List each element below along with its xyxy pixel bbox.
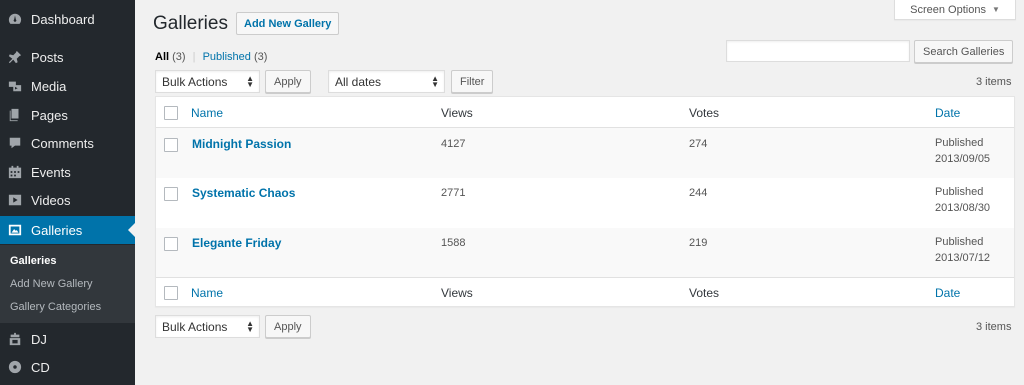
row-checkbox[interactable] [164,187,178,201]
date-status: Published [935,186,984,198]
page-title: Galleries [153,13,228,34]
sidebar-item-dashboard[interactable]: Dashboard [0,5,135,33]
column-footer-date[interactable]: Date [935,286,960,300]
calendar-icon [8,165,22,179]
gallery-title-link[interactable]: Elegante Friday [192,236,281,250]
date-value: 2013/09/05 [935,153,991,165]
sidebar-item-label: DJ [31,331,47,347]
comment-icon [8,136,22,150]
dates-filter-value: All dates [335,74,382,89]
screen-options-label: Screen Options [910,3,986,16]
caret-down-icon: ▼ [991,5,1000,14]
date-value: 2013/08/30 [935,202,991,214]
search-input[interactable] [726,40,910,62]
gallery-icon [8,223,22,237]
view-published-link[interactable]: Published [203,51,251,63]
column-footer-name[interactable]: Name [191,286,223,300]
row-checkbox[interactable] [164,237,178,251]
search-galleries-button[interactable]: Search Galleries [914,40,1014,63]
sidebar-item-dj[interactable]: DJ [0,325,135,353]
table-header-row: Name Views Votes Date [156,97,1014,128]
submenu-item-add-new-gallery[interactable]: Add New Gallery [10,278,93,290]
bulk-actions-select[interactable]: Bulk Actions ▲ ▼ [155,70,260,93]
view-separator: | [192,51,196,63]
apply-button[interactable]: Apply [265,70,311,93]
admin-sidebar: Dashboard Posts Media Pages Comments Eve… [0,0,135,385]
screen-options-button[interactable]: Screen Options ▼ [894,0,1016,20]
dates-filter-select[interactable]: All dates ▲ ▼ [328,70,445,93]
sidebar-item-label: Pages [31,107,68,123]
select-all-checkbox[interactable] [164,286,178,300]
bulk-actions-select-bottom[interactable]: Bulk Actions ▲ ▼ [155,315,260,338]
votes-value: 219 [689,237,708,249]
row-checkbox[interactable] [164,138,178,152]
apply-button-bottom[interactable]: Apply [265,315,311,338]
filter-button[interactable]: Filter [451,70,494,93]
views-value: 1588 [441,237,466,249]
sidebar-item-label: CD [31,359,50,375]
column-header-date[interactable]: Date [935,106,960,120]
column-footer-votes: Votes [689,286,720,300]
table-footer-row: Name Views Votes Date [156,277,1014,307]
gallery-title-link[interactable]: Midnight Passion [192,137,291,151]
gallery-title-link[interactable]: Systematic Chaos [192,186,295,200]
view-all-link[interactable]: All [155,51,169,63]
view-published-count: (3) [253,51,268,63]
table-row: Systematic Chaos 2771 244 Published 2013… [156,178,1014,228]
column-header-name[interactable]: Name [191,106,223,120]
submenu-item-gallery-categories[interactable]: Gallery Categories [10,301,101,313]
sidebar-item-posts[interactable]: Posts [0,43,135,71]
sidebar-item-pages[interactable]: Pages [0,101,135,129]
add-new-gallery-button[interactable]: Add New Gallery [236,12,340,35]
table-row: Elegante Friday 1588 219 Published 2013/… [156,228,1014,277]
table-row: Midnight Passion 4127 274 Published 2013… [156,128,1014,178]
media-icon [8,79,22,93]
sidebar-item-galleries[interactable]: Galleries [0,216,135,244]
items-count-bottom: 3 items [976,321,1012,333]
date-value: 2013/07/12 [935,252,991,264]
column-header-views: Views [441,106,473,120]
select-arrows-icon: ▲ ▼ [246,319,254,334]
view-all-count: (3) [172,51,186,63]
sidebar-item-label: Comments [31,135,94,151]
video-icon [8,193,22,207]
sidebar-item-label: Videos [31,192,71,208]
date-status: Published [935,236,984,248]
dashboard-icon [8,12,22,26]
galleries-submenu: Galleries Add New Gallery Gallery Catego… [0,245,135,323]
views-value: 2771 [441,187,466,199]
views-value: 4127 [441,138,466,150]
votes-value: 244 [689,187,708,199]
sidebar-item-label: Galleries [31,222,83,238]
sidebar-item-label: Media [31,78,67,94]
sidebar-item-label: Events [31,164,71,180]
sidebar-item-comments[interactable]: Comments [0,129,135,157]
submenu-item-galleries[interactable]: Galleries [10,255,56,267]
select-all-checkbox[interactable] [164,106,178,120]
sidebar-item-videos[interactable]: Videos [0,186,135,214]
dj-icon [8,332,22,346]
bulk-actions-value: Bulk Actions [162,74,228,89]
cd-icon [8,360,22,374]
column-footer-views: Views [441,286,473,300]
select-arrows-icon: ▲ ▼ [431,74,439,89]
pages-icon [8,108,22,122]
column-header-votes: Votes [689,106,720,120]
sidebar-item-label: Posts [31,49,64,65]
pin-icon [8,50,22,64]
votes-value: 274 [689,138,708,150]
sidebar-item-events[interactable]: Events [0,158,135,186]
bulk-actions-value: Bulk Actions [162,319,228,334]
sidebar-item-media[interactable]: Media [0,72,135,100]
sidebar-item-label: Dashboard [31,11,95,27]
items-count: 3 items [976,76,1012,88]
select-arrows-icon: ▲ ▼ [246,74,254,89]
galleries-table: Name Views Votes Date Midnight Passion 4… [155,96,1015,307]
date-status: Published [935,137,984,149]
sidebar-item-cd[interactable]: CD [0,353,135,381]
status-views: All (3) | Published (3) [155,51,267,63]
